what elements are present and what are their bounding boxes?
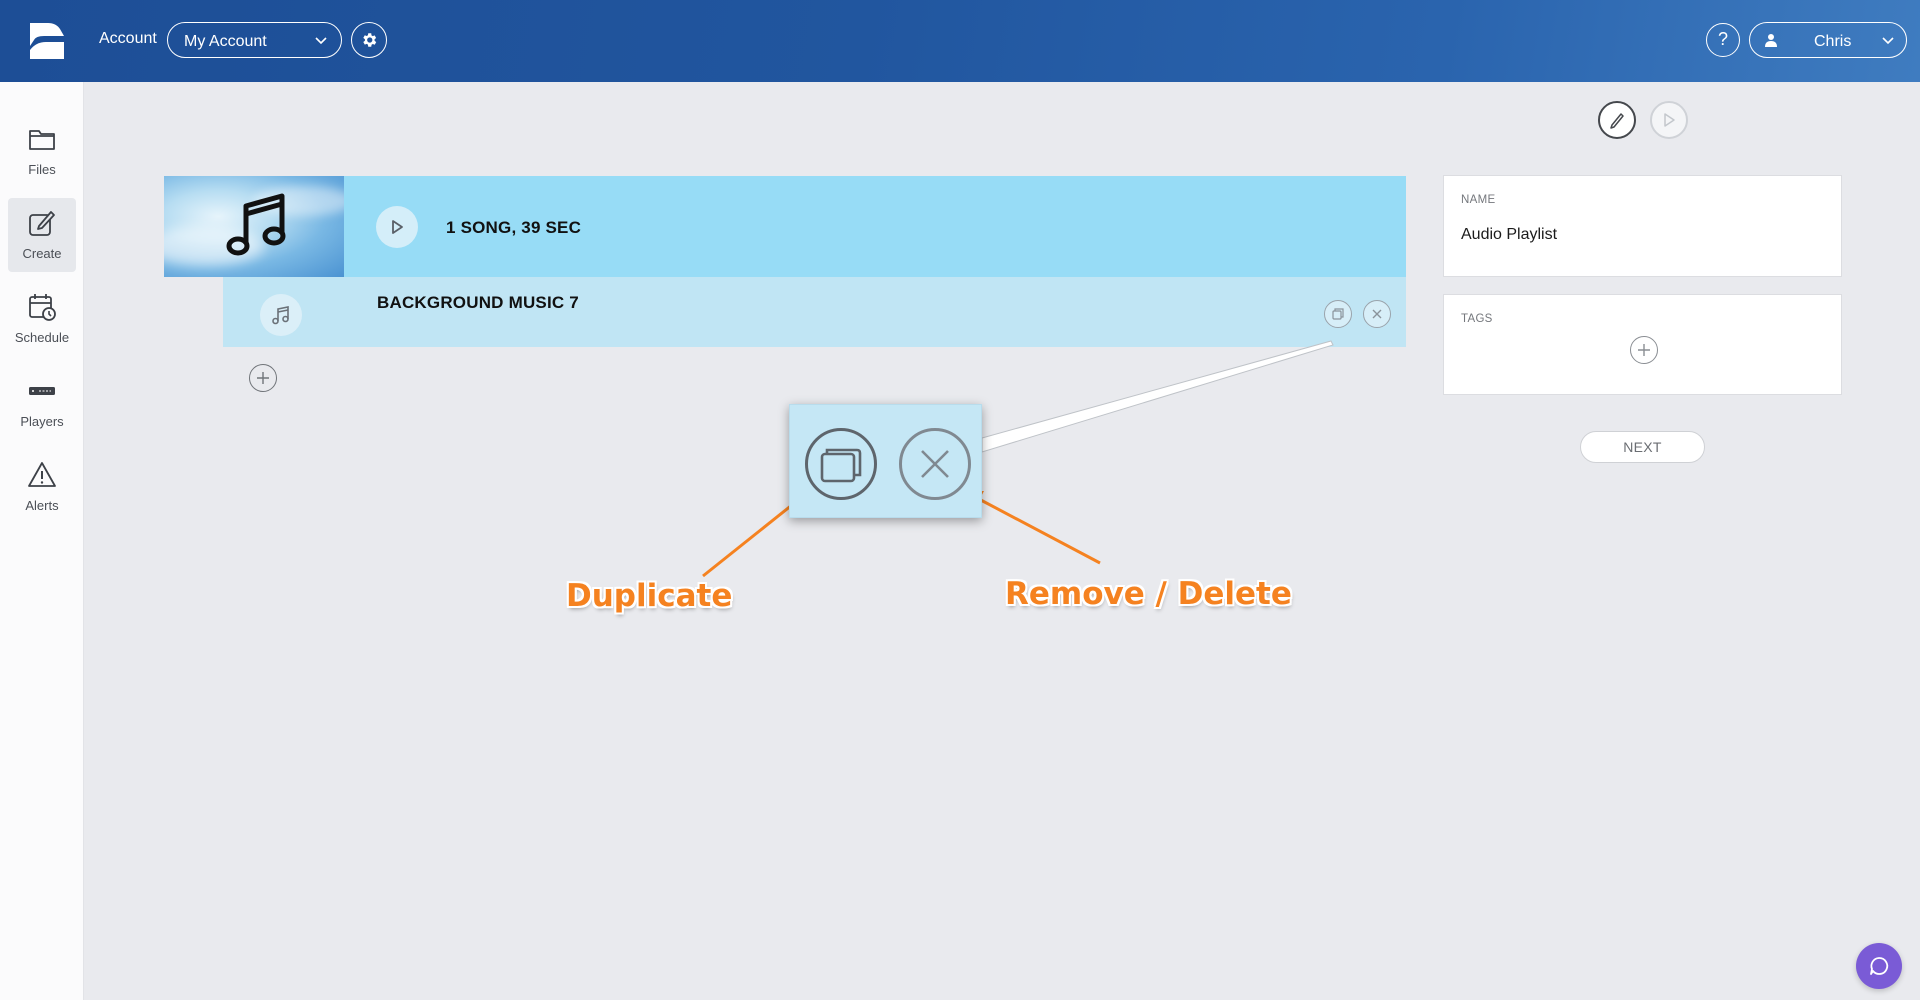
edit-icon: [29, 211, 55, 236]
preview-play-button[interactable]: [1650, 101, 1688, 139]
plus-icon: [1638, 344, 1650, 356]
player-device-icon: [29, 387, 55, 395]
plus-icon: [257, 372, 269, 384]
playlist-play-button[interactable]: [376, 206, 418, 248]
sidebar-item-alerts[interactable]: Alerts: [8, 450, 76, 524]
sidebar-item-label: Schedule: [14, 330, 70, 345]
play-icon: [392, 220, 403, 234]
name-label: NAME: [1461, 194, 1496, 206]
help-button[interactable]: ?: [1706, 23, 1740, 57]
add-track-button[interactable]: [249, 364, 277, 392]
track-row[interactable]: BACKGROUND MUSIC 7: [223, 277, 1406, 347]
account-select-value: My Account: [184, 33, 267, 50]
play-icon: [1664, 113, 1675, 127]
chat-support-button[interactable]: [1856, 943, 1902, 989]
sidebar-item-create[interactable]: Create: [8, 198, 76, 272]
gear-icon: [363, 33, 377, 47]
user-menu-button[interactable]: Chris: [1749, 22, 1907, 58]
tags-label: TAGS: [1461, 313, 1493, 325]
sidebar-item-label: Alerts: [25, 498, 59, 513]
user-icon: [1765, 34, 1777, 47]
remove-annotation: Remove / Delete: [1005, 576, 1292, 612]
sidebar: Files Create Schedule Players Alerts: [0, 82, 84, 1000]
pencil-icon: [1610, 113, 1624, 129]
sidebar-item-schedule[interactable]: Schedule: [8, 282, 76, 356]
next-button[interactable]: NEXT: [1580, 431, 1705, 463]
duplicate-icon: [820, 448, 862, 483]
track-music-icon: [260, 294, 302, 336]
account-select[interactable]: My Account: [167, 22, 342, 58]
sidebar-item-files[interactable]: Files: [8, 114, 76, 188]
music-note-icon: [226, 193, 286, 256]
music-note-icon: [272, 306, 289, 325]
folder-icon: [29, 130, 55, 150]
top-bar: Account My Account ? Chris: [0, 0, 1920, 82]
sidebar-item-label: Players: [20, 414, 64, 429]
name-panel: NAME Audio Playlist: [1443, 175, 1842, 277]
remove-track-button[interactable]: [1363, 300, 1391, 328]
duplicate-icon: [1332, 308, 1344, 320]
sidebar-item-label: Create: [22, 246, 62, 261]
edit-mode-button[interactable]: [1598, 101, 1636, 139]
account-settings-button[interactable]: [351, 22, 387, 58]
close-icon: [1372, 309, 1382, 319]
chevron-down-icon: [1882, 37, 1894, 45]
playlist-name-field[interactable]: Audio Playlist: [1461, 226, 1557, 244]
account-label: Account: [99, 30, 157, 47]
sidebar-item-players[interactable]: Players: [8, 366, 76, 440]
zoomed-actions-callout: [789, 404, 982, 518]
tags-panel: TAGS: [1443, 294, 1842, 395]
chevron-down-icon: [315, 37, 327, 45]
zoomed-duplicate-button: [805, 428, 877, 500]
playlist-header: 1 SONG, 39 SEC: [164, 176, 1406, 277]
close-icon: [921, 450, 949, 478]
user-name: Chris: [1814, 33, 1852, 50]
calendar-clock-icon: [29, 294, 56, 321]
duplicate-track-button[interactable]: [1324, 300, 1352, 328]
warning-icon: [28, 462, 56, 487]
add-tag-button[interactable]: [1630, 336, 1658, 364]
chat-bubble-icon: [1870, 957, 1889, 975]
playlist-summary: 1 SONG, 39 SEC: [446, 218, 582, 237]
playlist-thumbnail: [164, 176, 344, 277]
duplicate-annotation: Duplicate: [566, 578, 733, 614]
app-logo-icon[interactable]: [26, 20, 68, 62]
track-title: BACKGROUND MUSIC 7: [377, 293, 579, 312]
zoomed-remove-button: [899, 428, 971, 500]
sidebar-item-label: Files: [28, 162, 56, 177]
